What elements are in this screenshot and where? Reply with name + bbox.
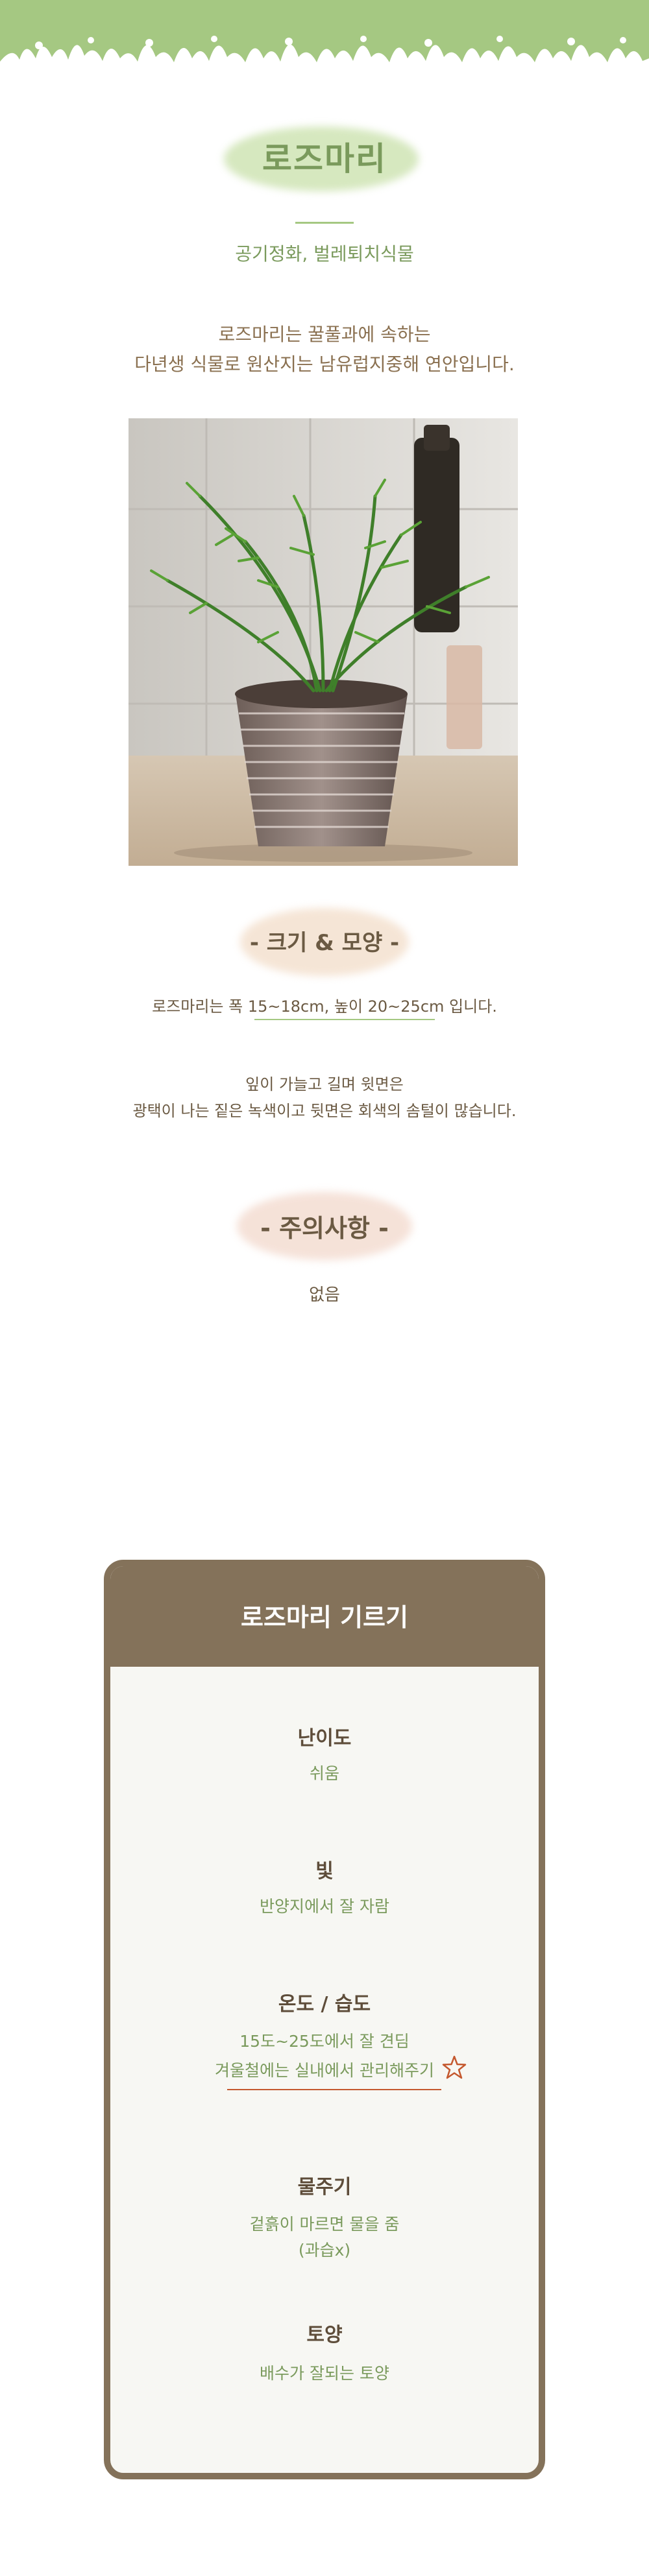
care-label-temperature: 온도 / 습도 <box>278 1993 371 2016</box>
care-label-light: 빛 <box>315 1860 334 1883</box>
size-underline <box>254 1019 435 1020</box>
care-card-header: 로즈마리 기르기 <box>110 1566 539 1667</box>
leaf-description: 광택이 나는 짙은 녹색이고 뒷면은 회색의 솜털이 많습니다. <box>132 1102 517 1120</box>
care-card: 로즈마리 기르기 난이도 쉬움 빛 반양지에서 잘 자람 온도 / 습도 15도… <box>104 1560 545 2479</box>
winter-underline <box>227 2089 441 2090</box>
title-divider <box>295 222 354 224</box>
intro-line: 다년생 식물로 원산지는 남유럽지중해 연안입니다. <box>134 353 515 375</box>
care-label-soil: 토양 <box>306 2324 343 2346</box>
care-value-difficulty: 쉬움 <box>309 1764 339 1783</box>
care-value-soil: 배수가 잘되는 토양 <box>260 2364 389 2383</box>
care-value-light: 반양지에서 잘 자람 <box>260 1897 389 1916</box>
top-banner <box>0 0 649 84</box>
page-subtitle: 공기정화, 벌레퇴치식물 <box>235 243 414 265</box>
size-heading: - 크기 & 모양 - <box>249 930 400 956</box>
intro-line: 로즈마리는 꿀풀과에 속하는 <box>218 324 431 345</box>
care-value-watering: 겉흙이 마르면 물을 줌 <box>249 2215 400 2234</box>
care-value-winter: 겨울철에는 실내에서 관리해주기 <box>215 2061 434 2080</box>
caution-text: 없음 <box>309 1285 340 1305</box>
caution-heading: - 주의사항 - <box>260 1214 389 1243</box>
size-description: 로즈마리는 폭 15~18cm, 높이 20~25cm 입니다. <box>152 997 497 1016</box>
leaf-description: 잎이 가늘고 길며 윗면은 <box>245 1075 404 1093</box>
care-label-difficulty: 난이도 <box>297 1727 352 1750</box>
grass-silhouette-icon <box>0 36 649 84</box>
care-value-temperature: 15도~25도에서 잘 견딤 <box>239 2032 410 2051</box>
care-value-watering-note: (과습x) <box>298 2241 351 2260</box>
care-card-title: 로즈마리 기르기 <box>241 1603 408 1632</box>
star-icon <box>442 2055 467 2079</box>
page-title: 로즈마리 <box>262 140 387 178</box>
care-label-watering: 물주기 <box>297 2176 352 2199</box>
rosemary-pot-photo <box>129 418 518 866</box>
